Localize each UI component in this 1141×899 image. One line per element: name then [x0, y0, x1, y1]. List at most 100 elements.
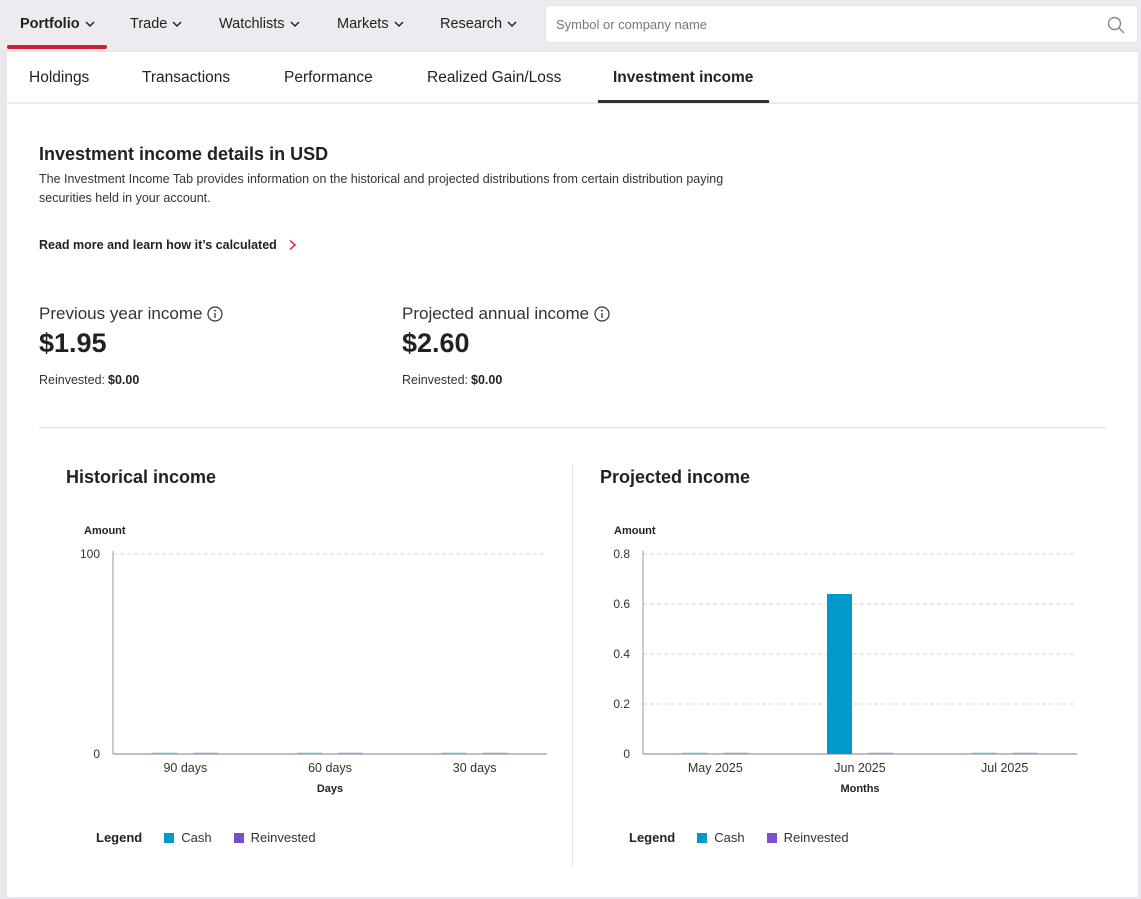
read-more-label: Read more and learn how it’s calculated — [39, 238, 277, 252]
projected-chart-title: Projected income — [600, 467, 751, 487]
projected-y-tick-label: 0.4 — [613, 647, 630, 661]
projected-bar-reinvested — [1012, 752, 1038, 754]
nav-portfolio-label: Portfolio — [20, 16, 80, 32]
projected-y-tick-label: 0 — [623, 747, 630, 761]
historical-legend: Legend Cash Reinvested — [96, 830, 338, 845]
projected-annual-income-value: $2.60 — [402, 328, 470, 358]
legend-cash[interactable]: Cash — [697, 830, 745, 845]
nav-portfolio[interactable]: Portfolio — [20, 0, 96, 48]
projected-annual-income: Projected annual income $2.60 Reinvested… — [402, 304, 610, 387]
projected-y-tick-label: 0.6 — [613, 597, 630, 611]
historical-x-tick-label: 90 days — [163, 761, 207, 775]
projected-legend: Legend Cash Reinvested — [629, 830, 871, 845]
legend-cash[interactable]: Cash — [164, 830, 212, 845]
cash-swatch — [164, 832, 175, 843]
projected-reinvested-label: Reinvested: — [402, 373, 469, 387]
nav-watchlists[interactable]: Watchlists — [219, 0, 301, 48]
nav-markets[interactable]: Markets — [337, 0, 405, 48]
previous-year-income-label-row: Previous year income — [39, 304, 224, 324]
previous-year-income: Previous year income $1.95 Reinvested: $0… — [39, 304, 224, 387]
historical-bar-cash — [152, 752, 178, 754]
section-description: The Investment Income Tab provides infor… — [39, 172, 724, 205]
search-input[interactable] — [556, 6, 1096, 42]
cash-swatch — [697, 832, 708, 843]
chevron-down-icon — [172, 21, 182, 28]
legend-reinvested[interactable]: Reinvested — [233, 830, 316, 845]
previous-reinvested-value: $0.00 — [108, 373, 140, 387]
nav-trade[interactable]: Trade — [130, 0, 183, 48]
section-title: Investment income details in USD — [39, 144, 329, 164]
search-box — [545, 5, 1138, 43]
chevron-right-icon — [289, 239, 296, 251]
previous-year-income-value: $1.95 — [39, 328, 107, 358]
historical-bar-cash — [441, 752, 467, 754]
historical-bar-reinvested — [482, 752, 508, 754]
projected-income-chart: Amount 0.8 0.6 0.4 0.2 0 May 2025 Jun 2025 Jul 2… — [613, 525, 1077, 795]
tab-holdings-label: Holdings — [29, 69, 90, 86]
tab-investment-income-label: Investment income — [613, 69, 754, 86]
search-icon[interactable] — [1107, 16, 1125, 34]
chart-divider — [572, 464, 573, 866]
projected-bar-cash — [971, 752, 997, 754]
chevron-down-icon — [394, 21, 404, 28]
previous-reinvested-label: Reinvested: — [39, 373, 106, 387]
legend-reinvested-label: Reinvested — [250, 830, 316, 845]
active-nav-indicator — [7, 45, 107, 49]
tab-performance-label: Performance — [284, 69, 373, 86]
historical-x-tick-label: 30 days — [453, 761, 497, 775]
historical-chart-title: Historical income — [66, 467, 217, 487]
projected-x-axis-label: Months — [840, 783, 879, 795]
projected-y-tick-label: 0.8 — [613, 547, 630, 561]
historical-x-axis-label: Days — [317, 783, 343, 795]
nav-markets-label: Markets — [337, 16, 389, 32]
projected-reinvested: Reinvested: $0.00 — [402, 373, 610, 387]
legend-reinvested[interactable]: Reinvested — [766, 830, 849, 845]
tab-transactions[interactable]: Transactions — [142, 52, 230, 104]
previous-reinvested: Reinvested: $0.00 — [39, 373, 223, 387]
legend-title: Legend — [629, 830, 676, 845]
projected-annual-income-label-row: Projected annual income — [402, 304, 610, 324]
legend-reinvested-label: Reinvested — [783, 830, 849, 845]
projected-bar-reinvested — [868, 752, 893, 754]
historical-x-tick-label: 60 days — [308, 761, 352, 775]
historical-income-chart: Amount 100 0 90 days 60 days 30 days Days — [80, 525, 547, 795]
tab-bar: Holdings Transactions Performance Realiz… — [7, 52, 1138, 104]
nav-watchlists-label: Watchlists — [219, 16, 285, 32]
read-more-link[interactable]: Read more and learn how it’s calculated — [39, 238, 297, 252]
nav-research[interactable]: Research — [440, 0, 518, 48]
chevron-down-icon — [507, 21, 517, 28]
reinvested-swatch — [766, 832, 777, 843]
divider — [39, 427, 1106, 428]
projected-y-tick-label: 0.2 — [613, 697, 630, 711]
info-icon[interactable] — [207, 306, 224, 322]
projected-reinvested-value: $0.00 — [471, 373, 503, 387]
tab-investment-income[interactable]: Investment income — [613, 52, 753, 104]
nav-research-label: Research — [440, 16, 503, 32]
historical-y-axis-label: Amount — [84, 525, 126, 537]
projected-x-tick-label: May 2025 — [688, 761, 743, 775]
historical-bar-cash — [297, 752, 322, 754]
tab-performance[interactable]: Performance — [284, 52, 373, 104]
chevron-down-icon — [290, 21, 300, 28]
historical-bar-reinvested — [338, 752, 363, 754]
tab-holdings[interactable]: Holdings — [29, 52, 89, 104]
legend-cash-label: Cash — [181, 830, 212, 845]
historical-bar-reinvested — [193, 752, 219, 754]
projected-annual-income-label: Projected annual income — [402, 304, 590, 323]
projected-bar-cash — [682, 752, 708, 754]
legend-cash-label: Cash — [714, 830, 745, 845]
tab-realized-gain-loss[interactable]: Realized Gain/Loss — [427, 52, 561, 104]
historical-y-tick-label: 0 — [93, 747, 100, 761]
previous-year-income-label: Previous year income — [39, 304, 203, 323]
projected-bar-reinvested — [723, 752, 749, 754]
nav-trade-label: Trade — [130, 16, 168, 32]
tab-realized-gain-loss-label: Realized Gain/Loss — [427, 69, 562, 86]
tab-transactions-label: Transactions — [142, 69, 231, 86]
projected-x-tick-label: Jun 2025 — [834, 761, 885, 775]
reinvested-swatch — [233, 832, 244, 843]
historical-y-tick-label: 100 — [80, 547, 100, 561]
main-panel: Holdings Transactions Performance Realiz… — [7, 52, 1138, 897]
info-icon[interactable] — [594, 306, 610, 322]
projected-y-axis-label: Amount — [614, 525, 656, 537]
projected-x-tick-label: Jul 2025 — [981, 761, 1028, 775]
